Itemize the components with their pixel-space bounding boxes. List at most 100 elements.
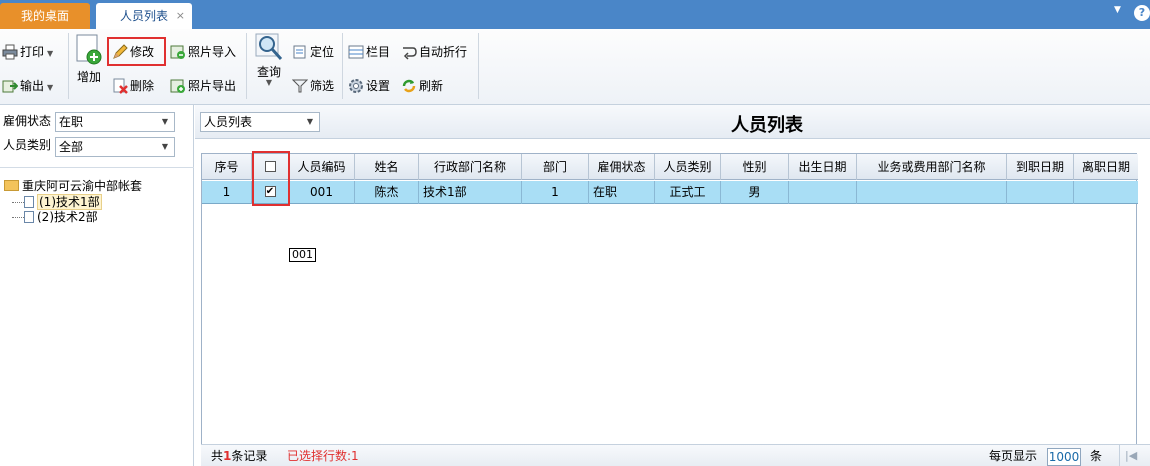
col-name[interactable]: 姓名 (355, 154, 419, 180)
status-bar: 共1条记录 已选择行数:1 每页显示 1000 条 |◀ (201, 444, 1150, 466)
record-count: 共1条记录 (211, 445, 267, 466)
columns-button[interactable]: 栏目 (348, 41, 390, 63)
filter-icon (291, 78, 309, 94)
delete-label: 删除 (130, 79, 155, 93)
col-employment[interactable]: 雇佣状态 (589, 154, 655, 180)
col-dept[interactable]: 部门 (522, 154, 589, 180)
table-row[interactable]: 1 ✔ 001 陈杰 技术1部 1 在职 正式工 男 (202, 181, 1138, 204)
edit-button[interactable]: 修改 (112, 41, 154, 63)
app-window: 我的桌面 人员列表 × ▼ ? 打印 ▼ 输出 ▼ 增加 修改 删除 照片导入 … (0, 0, 1150, 466)
edit-label: 修改 (130, 45, 155, 59)
tree-root-item[interactable]: 重庆阿可云渝中部帐套 (4, 177, 142, 195)
person-category-label: 人员类别 (3, 138, 52, 152)
col-category[interactable]: 人员类别 (655, 154, 721, 180)
cell-birth (789, 181, 857, 204)
toolbar-ribbon: 打印 ▼ 输出 ▼ 增加 修改 删除 照片导入 照片导出 查询 ▼ 定位 筛选 … (0, 29, 1150, 105)
photo-export-label: 照片导出 (188, 79, 237, 93)
col-seq[interactable]: 序号 (202, 154, 252, 180)
settings-button[interactable]: 设置 (348, 75, 390, 97)
tab-bar: 我的桌面 人员列表 × ▼ ? (0, 0, 1150, 29)
cell-admin-dept: 技术1部 (419, 181, 522, 204)
panel-divider (0, 167, 194, 168)
print-button[interactable]: 打印 ▼ (2, 41, 53, 63)
delete-button[interactable]: 删除 (112, 75, 154, 97)
close-icon[interactable]: × (176, 3, 185, 29)
toolbar-divider (68, 33, 69, 99)
refresh-label: 刷新 (419, 79, 444, 93)
per-page-unit: 条 (1090, 449, 1103, 463)
toolbar-divider (342, 33, 343, 99)
filter-button[interactable]: 筛选 (291, 75, 335, 97)
dropdown-arrow-icon: ▼ (47, 49, 54, 58)
view-select[interactable]: 人员列表 ▼ (200, 112, 320, 132)
refresh-button[interactable]: 刷新 (401, 75, 443, 97)
chevron-down-icon: ▼ (161, 142, 168, 151)
tree-node-dept2[interactable]: (2)技术2部 (12, 209, 98, 225)
first-page-icon[interactable]: |◀ (1125, 445, 1137, 466)
page-title: 人员列表 (731, 115, 803, 136)
cell-dept: 1 (522, 181, 589, 204)
settings-label: 设置 (366, 79, 391, 93)
col-leave-date[interactable]: 离职日期 (1074, 154, 1138, 180)
tooltip: 001 (289, 248, 316, 262)
columns-label: 栏目 (366, 45, 391, 59)
wrap-icon (401, 44, 417, 60)
photo-export-button[interactable]: 照片导出 (170, 75, 236, 97)
chevron-down-icon: ▼ (306, 117, 313, 126)
photo-import-label: 照片导入 (188, 45, 237, 59)
auto-wrap-button[interactable]: 自动折行 (401, 41, 467, 63)
printer-icon (2, 44, 18, 60)
query-button[interactable]: 查询 ▼ (252, 31, 286, 87)
tab-person-list[interactable]: 人员列表 × (96, 3, 192, 29)
export-icon (2, 78, 19, 94)
col-birth[interactable]: 出生日期 (789, 154, 857, 180)
cell-gender: 男 (721, 181, 789, 204)
view-select-value: 人员列表 (204, 115, 253, 129)
col-gender[interactable]: 性别 (721, 154, 789, 180)
output-button[interactable]: 输出 ▼ (2, 75, 53, 97)
tree-connector (12, 217, 24, 218)
output-label: 输出 (20, 79, 45, 93)
delete-icon (112, 78, 128, 94)
col-join-date[interactable]: 到职日期 (1007, 154, 1074, 180)
refresh-icon (401, 78, 417, 94)
tree-node-label: (2)技术2部 (37, 210, 98, 224)
auto-wrap-label: 自动折行 (419, 45, 468, 59)
tab-person-list-label: 人员列表 (119, 9, 168, 23)
record-count-suffix: 条记录 (231, 449, 268, 463)
tree-node-label: (1)技术1部 (37, 194, 102, 210)
columns-icon (348, 44, 364, 60)
help-icon[interactable]: ? (1134, 5, 1150, 21)
dropdown-arrow-icon: ▼ (47, 83, 54, 92)
document-icon (24, 195, 34, 208)
document-icon (24, 210, 34, 223)
add-button[interactable]: 增加 (72, 33, 106, 85)
cell-name: 陈杰 (355, 181, 419, 204)
photo-import-button[interactable]: 照片导入 (170, 41, 236, 63)
tree-root-label: 重庆阿可云渝中部帐套 (22, 179, 143, 193)
locate-label: 定位 (310, 45, 335, 59)
table-header: 序号 人员编码 姓名 行政部门名称 部门 雇佣状态 人员类别 性别 出生日期 业… (202, 154, 1138, 180)
toolbar-divider (246, 33, 247, 99)
print-label: 打印 (20, 45, 45, 59)
locate-button[interactable]: 定位 (292, 41, 334, 63)
col-biz-dept[interactable]: 业务或费用部门名称 (857, 154, 1007, 180)
cell-leave-date (1074, 181, 1138, 204)
per-page-input[interactable]: 1000 (1047, 448, 1081, 466)
employment-status-select[interactable]: 在职 ▼ (55, 112, 175, 132)
cell-employment: 在职 (589, 181, 655, 204)
cell-join-date (1007, 181, 1074, 204)
person-table: 序号 人员编码 姓名 行政部门名称 部门 雇佣状态 人员类别 性别 出生日期 业… (201, 151, 1138, 445)
main-header: 人员列表 ▼ 人员列表 (195, 105, 1150, 139)
left-panel: 雇佣状态 在职 ▼ 人员类别 全部 ▼ 重庆阿可云渝中部帐套 (1)技术1部 (… (0, 105, 194, 466)
tree-node-dept1[interactable]: (1)技术1部 (12, 194, 102, 210)
tab-desktop[interactable]: 我的桌面 (0, 3, 90, 29)
person-category-select[interactable]: 全部 ▼ (55, 137, 175, 157)
pencil-icon (112, 43, 128, 60)
toolbar-divider (478, 33, 479, 99)
window-controls: ▼ ? (1110, 5, 1150, 25)
col-admin-dept[interactable]: 行政部门名称 (419, 154, 522, 180)
chevron-down-icon[interactable]: ▼ (1114, 5, 1121, 15)
col-code[interactable]: 人员编码 (289, 154, 355, 180)
filter-label: 筛选 (310, 79, 335, 93)
